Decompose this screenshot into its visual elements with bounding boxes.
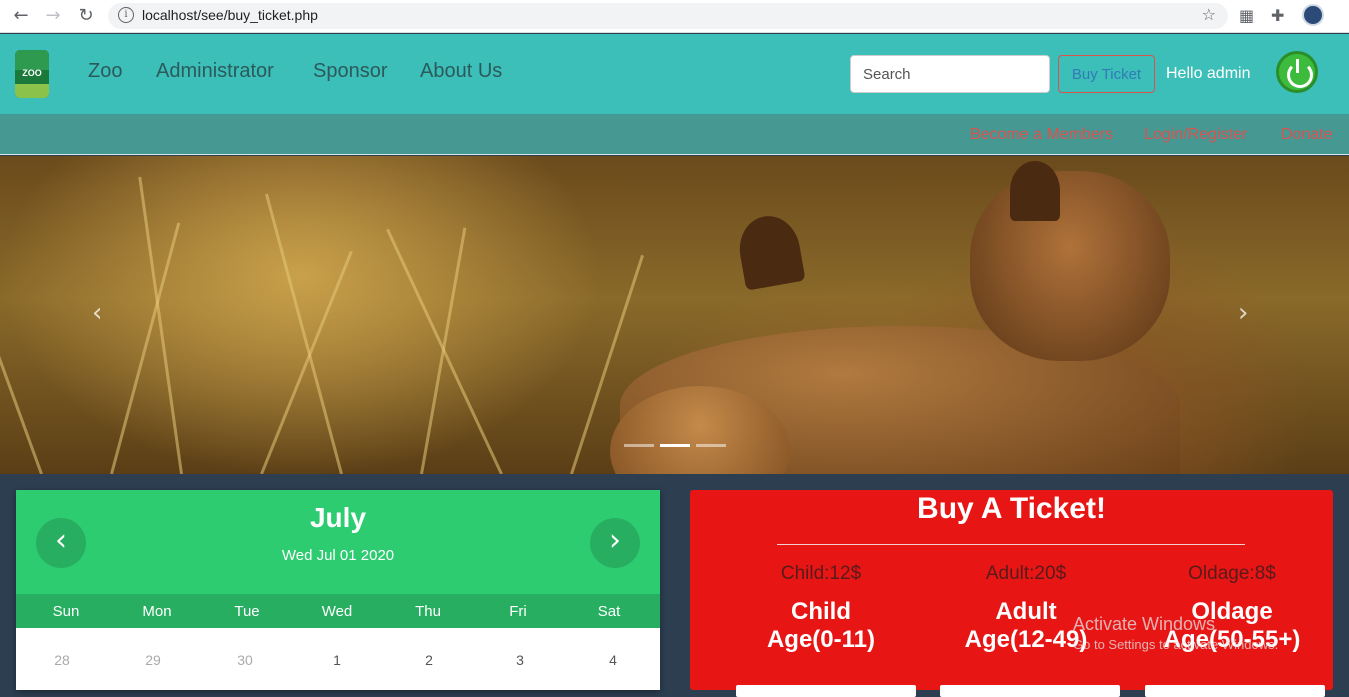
child-category: Child Age(0-11) [721,598,921,654]
grass-blade [110,222,181,474]
calendar-day[interactable]: 3 [474,652,566,668]
grass-blade [0,210,43,474]
child-category-name: Child [791,598,851,625]
nav-link-sponsor[interactable]: Sponsor [313,60,388,83]
cub-ear [1010,161,1060,221]
calendar-day[interactable]: 2 [383,652,475,668]
search-input[interactable] [850,55,1050,93]
calendar-day[interactable]: 4 [567,652,659,668]
power-logout-icon[interactable] [1276,51,1318,93]
weekday-label: Mon [142,603,172,620]
carousel-indicator[interactable] [624,444,654,447]
nav-link-about-us[interactable]: About Us [420,60,502,83]
child-category-age: Age(0-11) [766,626,876,653]
weekday-label: Sun [52,603,80,620]
calendar-day[interactable]: 30 [199,652,291,668]
main-navbar: ZOO Zoo Administrator Sponsor About Us B… [0,34,1349,114]
weekday-label: Sat [597,603,621,620]
calendar-prev-month-button[interactable]: ‹ [36,518,86,568]
calendar-day[interactable]: 29 [107,652,199,668]
grass-blade [260,250,353,474]
back-arrow-icon[interactable]: ← [9,5,33,27]
profile-avatar[interactable] [1302,4,1324,26]
sub-navbar: Become a Members Login/Register Donate [0,114,1349,155]
subnav-donate[interactable]: Donate [1281,126,1333,144]
carousel-prev-chevron-icon[interactable]: ‹ [92,298,102,328]
subnav-become-member[interactable]: Become a Members [970,126,1113,144]
activate-windows-watermark: Activate Windows Go to Settings to activ… [1073,614,1278,652]
url-text[interactable]: localhost/see/buy_ticket.php [142,7,318,23]
weekday-label: Tue [234,603,260,620]
adult-price: Adult:20$ [985,563,1067,584]
calendar-day[interactable]: 1 [291,652,383,668]
calendar-selected-date: Wed Jul 01 2020 [281,547,395,564]
carousel-indicator-active[interactable] [660,444,690,447]
buy-ticket-button[interactable]: Buy Ticket [1058,55,1155,93]
ticket-divider [777,544,1245,545]
oldage-price: Oldage:8$ [1188,563,1276,584]
carousel-next-chevron-icon[interactable]: › [1238,298,1248,328]
buy-ticket-panel: Buy A Ticket! Child:12$ Adult:20$ Oldage… [690,490,1333,697]
grass-blade [138,176,183,474]
logo-top-band [15,50,49,70]
oldage-quantity-input[interactable] [1145,685,1325,697]
apps-grid-icon[interactable]: ▦ [1239,6,1254,25]
carousel-indicator[interactable] [696,444,726,447]
hero-carousel: ‹ › [0,156,1349,474]
extensions-puzzle-icon[interactable]: ✚ [1271,6,1284,25]
forward-arrow-icon[interactable]: → [41,5,65,27]
watermark-line-2: Go to Settings to activate Windows. [1073,637,1279,652]
cub-head [970,171,1170,361]
logo-text: ZOO [22,68,42,78]
address-bar[interactable]: i localhost/see/buy_ticket.php ☆ [108,3,1228,29]
child-price: Child:12$ [780,563,862,584]
calendar-widget: July Wed Jul 01 2020 ‹ › Sun Mon Tue Wed… [16,490,660,690]
logo-grass [15,84,49,98]
ticket-title: Buy A Ticket! [917,492,1106,525]
bookmark-star-icon[interactable]: ☆ [1202,5,1216,24]
zoo-logo[interactable]: ZOO [15,50,49,98]
user-greeting: Hello admin [1166,65,1251,82]
reload-icon[interactable]: ↻ [74,5,98,27]
nav-link-zoo[interactable]: Zoo [88,60,122,83]
weekday-label: Wed [321,603,353,620]
site-info-icon[interactable]: i [118,7,134,23]
calendar-day[interactable]: 28 [16,652,108,668]
weekday-label: Fri [509,603,527,620]
calendar-weekday-row: Sun Mon Tue Wed Thu Fri Sat [16,594,660,628]
browser-toolbar: ← → ↻ i localhost/see/buy_ticket.php ☆ ▦… [0,0,1349,33]
subnav-login-register[interactable]: Login/Register [1144,126,1247,144]
calendar-next-month-button[interactable]: › [590,518,640,568]
lioness-ear [734,211,806,291]
child-quantity-input[interactable] [736,685,916,697]
adult-quantity-input[interactable] [940,685,1120,697]
weekday-label: Thu [415,603,441,620]
watermark-line-1: Activate Windows [1073,614,1216,634]
calendar-header: July Wed Jul 01 2020 ‹ › [16,490,660,594]
nav-link-administrator[interactable]: Administrator [156,60,274,83]
grass-blade [386,228,503,474]
calendar-month: July [309,502,367,533]
